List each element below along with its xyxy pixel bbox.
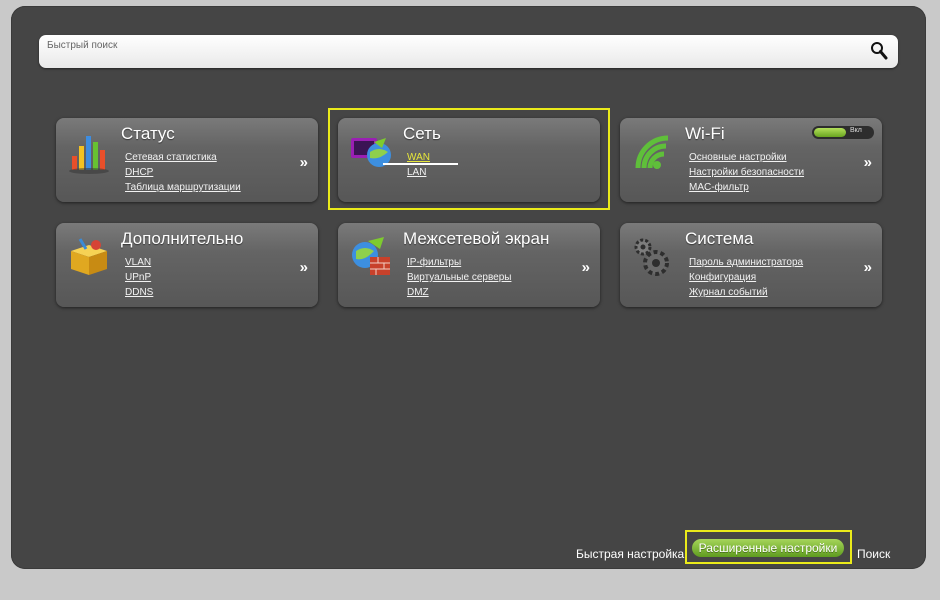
link-network-statistics[interactable]: Сетевая статистика xyxy=(125,150,241,165)
link-admin-password[interactable]: Пароль администратора xyxy=(689,255,803,270)
card-title: Межсетевой экран xyxy=(403,229,550,248)
card-more-arrow[interactable]: » xyxy=(582,259,590,276)
link-routing-table[interactable]: Таблица маршрутизации xyxy=(125,180,241,195)
card-links: IP-фильтры Виртуальные серверы DMZ xyxy=(407,255,511,300)
card-more-arrow[interactable]: » xyxy=(864,259,872,276)
link-dmz[interactable]: DMZ xyxy=(407,285,511,300)
quick-search-input[interactable] xyxy=(45,37,849,53)
toggle-knob xyxy=(814,128,846,137)
link-ddns[interactable]: DDNS xyxy=(125,285,153,300)
advanced-settings-button[interactable]: Расширенные настройки xyxy=(692,539,844,557)
card-more-arrow[interactable]: » xyxy=(300,259,308,276)
link-basic-settings[interactable]: Основные настройки xyxy=(689,150,804,165)
gears-icon xyxy=(634,238,669,276)
link-virtual-servers[interactable]: Виртуальные серверы xyxy=(407,270,511,285)
quick-setup-link[interactable]: Быстрая настройка xyxy=(576,547,684,561)
card-links: VLAN UPnP DDNS xyxy=(125,255,153,300)
wifi-toggle[interactable]: Вкл xyxy=(812,126,874,139)
toolbox-icon xyxy=(71,238,107,275)
search-icon[interactable] xyxy=(870,41,888,61)
card-more-arrow[interactable]: » xyxy=(864,154,872,171)
wifi-icon xyxy=(635,135,669,169)
toggle-label: Вкл xyxy=(850,127,862,134)
card-advanced: Дополнительно VLAN UPnP DDNS » xyxy=(56,223,318,307)
network-card-highlight xyxy=(328,108,610,210)
card-status: Статус Сетевая статистика DHCP Таблица м… xyxy=(56,118,318,202)
main-panel: Статус Сетевая статистика DHCP Таблица м… xyxy=(11,6,926,569)
search-link[interactable]: Поиск xyxy=(857,547,890,561)
card-wifi: Wi-Fi Вкл Основные настройки Настройки б… xyxy=(620,118,882,202)
card-system: Система Пароль администратора Конфигурац… xyxy=(620,223,882,307)
card-links: Пароль администратора Конфигурация Журна… xyxy=(689,255,803,300)
card-title: Статус xyxy=(121,124,175,143)
link-security-settings[interactable]: Настройки безопасности xyxy=(689,165,804,180)
link-configuration[interactable]: Конфигурация xyxy=(689,270,803,285)
card-more-arrow[interactable]: » xyxy=(300,154,308,171)
firewall-icon xyxy=(352,237,390,275)
link-dhcp[interactable]: DHCP xyxy=(125,165,241,180)
quick-search-bar xyxy=(39,35,898,68)
card-firewall: Межсетевой экран IP-фильтры Виртуальные … xyxy=(338,223,600,307)
card-links: Основные настройки Настройки безопасност… xyxy=(689,150,804,195)
link-upnp[interactable]: UPnP xyxy=(125,270,153,285)
card-links: Сетевая статистика DHCP Таблица маршрути… xyxy=(125,150,241,195)
link-ip-filters[interactable]: IP-фильтры xyxy=(407,255,511,270)
bar-chart-icon xyxy=(69,136,109,174)
link-mac-filter[interactable]: MAC-фильтр xyxy=(689,180,804,195)
card-title: Система xyxy=(685,229,754,248)
card-title: Wi-Fi xyxy=(685,124,725,143)
wan-underline-mark xyxy=(383,163,458,165)
link-vlan[interactable]: VLAN xyxy=(125,255,153,270)
link-event-log[interactable]: Журнал событий xyxy=(689,285,803,300)
card-title: Дополнительно xyxy=(121,229,244,248)
